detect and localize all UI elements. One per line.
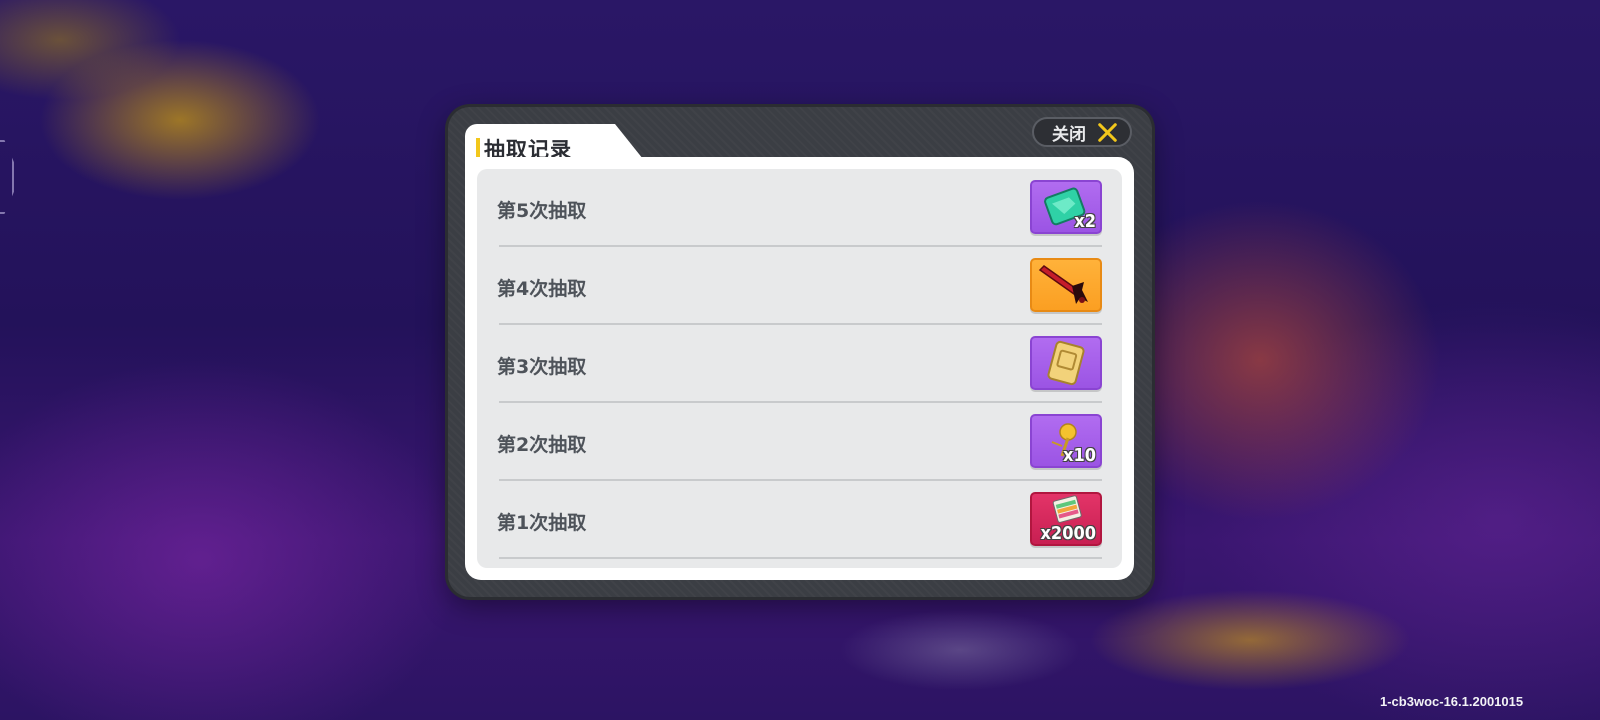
record-row-5: 第5次抽取 x2 — [477, 169, 1122, 247]
record-list: 第5次抽取 x2 第4次抽取 第3次抽取 第2次抽取 x10 第1次抽取 x20… — [477, 169, 1122, 568]
record-label: 第1次抽取 — [497, 512, 587, 534]
close-icon — [1096, 121, 1118, 143]
close-button-label: 关闭 — [1052, 124, 1086, 145]
reward-item-red-sword[interactable] — [1030, 258, 1102, 312]
record-row-3: 第3次抽取 — [477, 325, 1122, 403]
red-sword-icon — [1038, 265, 1088, 304]
title-accent-bar — [476, 138, 480, 158]
reward-item-cards-stack[interactable]: x2000 — [1030, 492, 1102, 546]
record-row-2: 第2次抽取 x10 — [477, 403, 1122, 481]
record-row-1: 第1次抽取 x2000 — [477, 481, 1122, 559]
record-label: 第5次抽取 — [497, 200, 587, 222]
close-button[interactable]: 关闭 — [1032, 117, 1132, 147]
record-label: 第2次抽取 — [497, 434, 587, 456]
side-panel-edge — [0, 140, 14, 214]
item-quantity: x2000 — [1040, 523, 1096, 544]
record-row-4: 第4次抽取 — [477, 247, 1122, 325]
reward-item-gold-flower[interactable]: x10 — [1030, 414, 1102, 468]
gold-ticket-icon — [1047, 340, 1085, 386]
item-quantity: x10 — [1063, 445, 1096, 466]
reward-item-gold-ticket[interactable] — [1030, 336, 1102, 390]
record-panel: 第5次抽取 x2 第4次抽取 第3次抽取 第2次抽取 x10 第1次抽取 x20… — [465, 157, 1134, 580]
item-quantity: x2 — [1074, 211, 1096, 232]
row-divider — [499, 557, 1102, 559]
record-label: 第4次抽取 — [497, 278, 587, 300]
reward-item-green-crystal[interactable]: x2 — [1030, 180, 1102, 234]
record-label: 第3次抽取 — [497, 356, 587, 378]
version-label: 1-cb3woc-16.1.2001015 — [1380, 694, 1524, 709]
draw-record-dialog: 抽取记录 关闭 第5次抽取 x2 第4次抽取 第3次抽取 第2次抽取 x10 第… — [448, 107, 1152, 597]
